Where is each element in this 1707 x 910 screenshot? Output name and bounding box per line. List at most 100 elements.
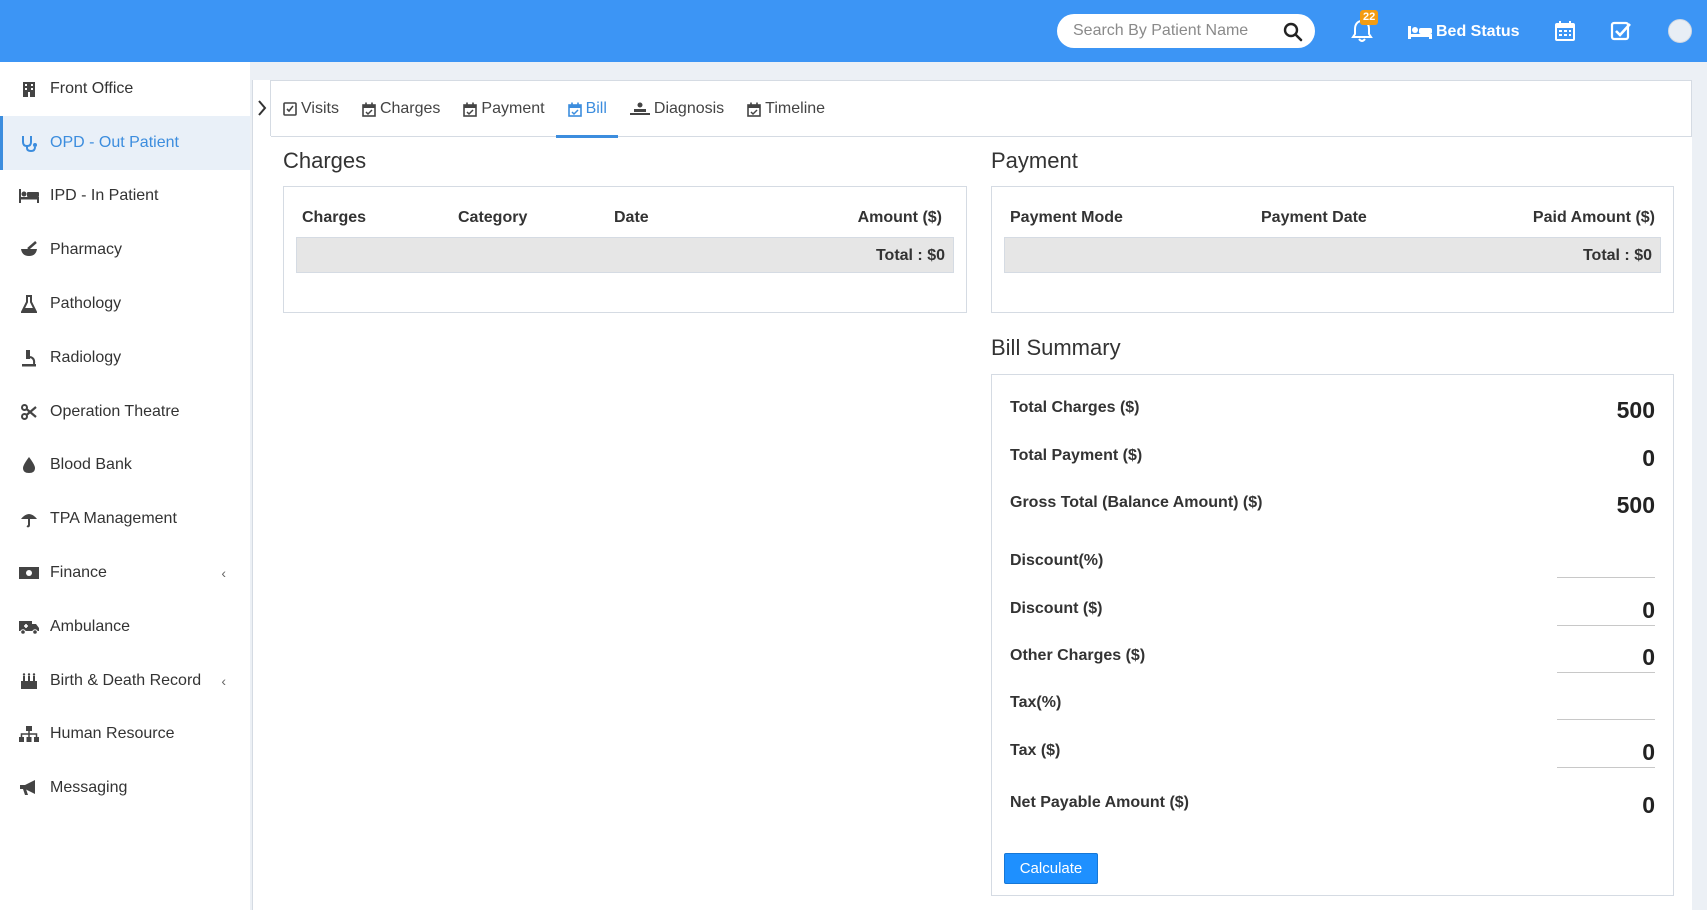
tax-amount-field[interactable]: 0 [1557,736,1655,768]
sidebar-item-label: Messaging [50,779,128,797]
microscope-icon [18,349,40,367]
ambulance-icon [18,618,40,636]
charges-table-header: Charges Category Date Amount ($) [302,205,948,233]
sidebar-item-human-resource[interactable]: Human Resource [0,708,250,762]
stethoscope-icon [18,134,40,152]
sidebar-item-pathology[interactable]: Pathology [0,277,250,331]
total-payment-row: Total Payment ($) 0 [1010,437,1655,477]
row-label: Gross Total (Balance Amount) ($) [1010,494,1263,511]
tax-percent-field[interactable] [1557,688,1655,720]
sidebar-item-blood-bank[interactable]: Blood Bank [0,439,250,493]
sidebar-item-tpa-management[interactable]: TPA Management [0,492,250,546]
patient-search[interactable] [1057,14,1315,48]
procedures-icon [629,102,650,115]
row-label: Total Payment ($) [1010,447,1143,464]
tax-percent-row: Tax(%) [1010,680,1655,720]
calendar-check-icon [362,102,376,117]
discount-percent-row: Discount(%) [1010,538,1655,578]
sidebar-item-birth-death-record[interactable]: Birth & Death Record ‹ [0,654,250,708]
discount-amount-row: Discount ($) 0 [1010,586,1655,626]
scissors-icon [18,403,40,421]
gross-total-row: Gross Total (Balance Amount) ($) 500 [1010,484,1655,524]
tab-timeline[interactable]: Timeline [735,81,836,137]
net-payable-row: Net Payable Amount ($) 0 [1010,784,1655,824]
sidebar-item-label: Birth & Death Record [50,671,202,689]
total-payment-value: 0 [1642,445,1655,471]
birthday-cake-icon [18,672,40,690]
sidebar-item-label: Ambulance [50,617,131,635]
column-header: Payment Mode [1010,209,1123,226]
sidebar-item-pharmacy[interactable]: Pharmacy [0,223,250,277]
tasks-check-icon[interactable] [1610,20,1632,42]
discount-amount-field[interactable]: 0 [1557,594,1655,626]
drop-icon [18,456,40,474]
tab-label: Timeline [765,100,826,117]
sidebar-item-ambulance[interactable]: Ambulance [0,600,250,654]
tab-label: Bill [585,100,607,117]
calendar-check-icon [567,102,582,117]
column-header: Amount ($) [857,209,942,226]
payment-total: Total : $0 [1582,247,1652,264]
check-square-icon [283,102,297,116]
tab-label: Visits [301,100,339,117]
chevron-right-icon [257,100,266,116]
calendar-icon[interactable] [1554,20,1576,42]
row-label: Tax(%) [1010,694,1062,711]
column-header: Charges [302,209,367,226]
flask-icon [18,295,40,314]
total-charges-row: Total Charges ($) 500 [1010,389,1655,429]
tab-charges[interactable]: Charges [350,81,451,137]
sidebar-item-finance[interactable]: Finance ‹ [0,546,250,600]
tab-label: Payment [481,100,545,117]
row-label: Tax ($) [1010,742,1061,759]
sidebar-item-label: Pathology [50,295,122,313]
other-charges-field[interactable]: 0 [1557,641,1655,673]
sidebar-item-label: IPD - In Patient [50,187,159,205]
sidebar-item-operation-theatre[interactable]: Operation Theatre [0,385,250,439]
payment-total-row: Total : $0 [1004,237,1661,273]
sidebar-item-front-office[interactable]: Front Office [0,62,250,116]
row-label: Total Charges ($) [1010,399,1140,416]
calendar-check-icon [747,102,761,117]
search-input[interactable] [1073,14,1273,48]
chevron-left-icon: ‹ [221,565,226,582]
bill-summary-title: Bill Summary [991,335,1121,360]
sidebar-item-label: Radiology [50,348,122,366]
charges-total: Total : $0 [875,247,945,264]
sidebar-item-label: Pharmacy [50,241,123,259]
sidebar-item-label: Operation Theatre [50,402,180,420]
chevron-left-icon: ‹ [221,672,226,689]
umbrella-icon [18,510,40,528]
sitemap-icon [18,725,40,743]
row-label: Other Charges ($) [1010,647,1146,664]
tab-visits[interactable]: Visits [271,81,350,137]
charges-table: Charges Category Date Amount ($) Total :… [283,186,967,313]
discount-percent-field[interactable] [1557,546,1655,578]
main-content: Visits Charges Payment Bill Diagnosis Ti… [252,80,1692,910]
charges-total-row: Total : $0 [296,237,954,273]
sidebar-item-ipd[interactable]: IPD - In Patient [0,170,250,224]
calculate-button[interactable]: Calculate [1004,853,1098,884]
collapse-toggle[interactable] [253,80,271,136]
sidebar-item-opd[interactable]: OPD - Out Patient [0,115,250,170]
payment-title: Payment [991,148,1078,173]
bed-status-label: Bed Status [1436,23,1520,40]
search-icon[interactable] [1283,22,1303,42]
total-charges-value: 500 [1616,397,1655,423]
gross-total-value: 500 [1616,492,1655,518]
charges-title: Charges [283,148,367,173]
notification-badge: 22 [1360,10,1379,25]
row-label: Discount ($) [1010,600,1103,617]
tax-amount-row: Tax ($) 0 [1010,728,1655,768]
tab-bill[interactable]: Bill [555,81,619,138]
tab-diagnosis[interactable]: Diagnosis [618,81,735,137]
column-header: Paid Amount ($) [1532,209,1655,226]
avatar[interactable] [1668,19,1692,43]
sidebar-item-radiology[interactable]: Radiology [0,331,250,385]
sidebar-item-messaging[interactable]: Messaging [0,761,250,815]
mortar-pestle-icon [18,241,40,259]
bed-status-button[interactable]: Bed Status [1407,20,1520,44]
tab-payment[interactable]: Payment [451,81,555,137]
top-navbar: 22 Bed Status [0,0,1707,62]
bed-icon [18,187,40,205]
